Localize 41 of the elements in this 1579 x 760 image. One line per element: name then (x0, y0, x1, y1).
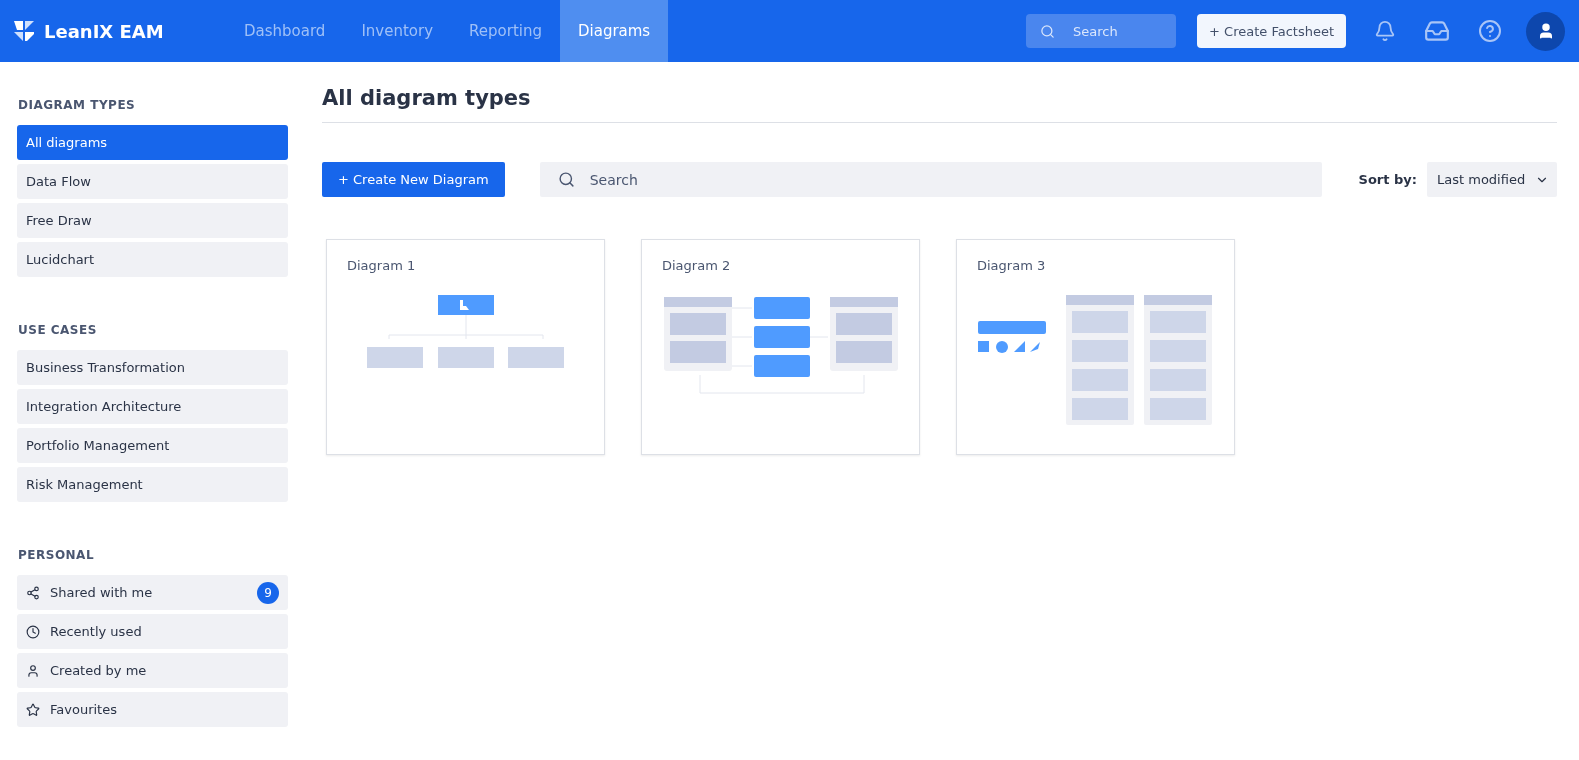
search-icon (1040, 23, 1056, 39)
clock-icon (26, 624, 40, 639)
sidebar-item[interactable]: Data Flow (17, 164, 288, 199)
sidebar-item[interactable]: Favourites (17, 692, 288, 727)
card-title: Diagram 2 (662, 258, 732, 273)
search-icon (557, 171, 575, 188)
share-icon (26, 585, 40, 600)
create-factsheet-button[interactable]: + Create Factsheet (1197, 14, 1346, 48)
diagram-card[interactable]: Diagram 2 (641, 239, 920, 455)
inbox-icon[interactable] (1424, 18, 1450, 44)
sort-label: Sort by: (1358, 172, 1417, 187)
help-icon[interactable] (1478, 19, 1502, 43)
sidebar-item[interactable]: Free Draw (17, 203, 288, 238)
count-badge: 9 (257, 581, 279, 604)
diagram-card[interactable]: Diagram 3 (956, 239, 1235, 455)
section-title: DIAGRAM TYPES (18, 98, 137, 112)
section-title: USE CASES (18, 323, 98, 337)
sidebar-item[interactable]: Risk Management (17, 467, 288, 502)
sidebar-item[interactable]: Business Transformation (17, 350, 288, 385)
sort-dropdown[interactable]: Last modified (1427, 162, 1557, 197)
bell-icon[interactable] (1374, 20, 1396, 42)
star-icon (26, 702, 40, 717)
sidebar-item[interactable]: Created by me (17, 653, 288, 688)
search-placeholder: Search (1073, 23, 1118, 39)
card-title: Diagram 1 (347, 258, 417, 273)
diagram-card[interactable]: Diagram 1 (326, 239, 605, 455)
sidebar-item[interactable]: Recently used (17, 614, 288, 649)
card-title: Diagram 3 (977, 258, 1047, 273)
sidebar-item[interactable]: Shared with me 9 (17, 575, 288, 610)
page-title: All diagram types (322, 86, 1557, 123)
user-icon (26, 663, 40, 678)
section-title: PERSONAL (18, 548, 96, 562)
sidebar-item[interactable]: All diagrams (17, 125, 288, 160)
sidebar-item[interactable]: Integration Architecture (17, 389, 288, 424)
avatar[interactable] (1526, 11, 1565, 51)
sidebar-item[interactable]: Lucidchart (17, 242, 288, 277)
logo-icon (14, 21, 36, 41)
sidebar-item[interactable]: Portfolio Management (17, 428, 288, 463)
create-diagram-button[interactable]: + Create New Diagram (322, 162, 505, 197)
brand-name: LeanIX EAM (44, 20, 164, 42)
search-field[interactable]: Search (539, 162, 1322, 197)
